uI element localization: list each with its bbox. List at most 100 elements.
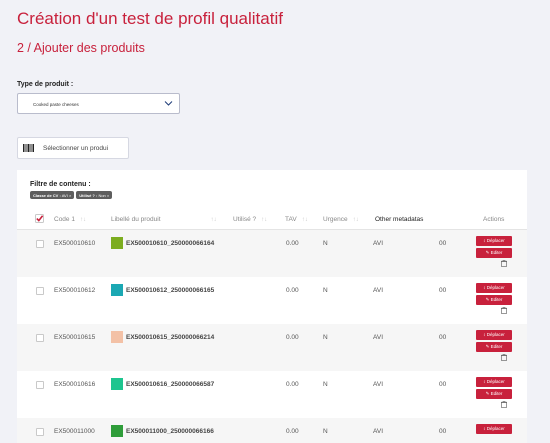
trash-icon[interactable] xyxy=(501,307,507,314)
row-checkbox[interactable] xyxy=(36,428,44,436)
filter-chips: Classe de CV : AVI × Utilisé ? : Non × xyxy=(30,191,113,199)
table-header: Code 1 ↑↓ Libellé du produit ↑↓ Utilisé ? ↑… xyxy=(17,208,527,230)
cell-meta-value: 00 xyxy=(439,240,447,247)
cell-urgency: N xyxy=(323,287,328,294)
edit-button[interactable]: ✎ Editer xyxy=(476,295,512,305)
column-tav-label: TAV xyxy=(285,216,297,223)
row-actions: ↕ Déplacer ✎ Editer xyxy=(476,377,512,408)
cell-meta-value: 00 xyxy=(439,428,447,435)
cell-code: EX500010610 xyxy=(54,240,96,247)
column-tav[interactable]: TAV ↑↓ xyxy=(285,216,308,223)
select-all-checkbox[interactable] xyxy=(35,214,44,223)
column-code[interactable]: Code 1 ↑↓ xyxy=(54,216,86,223)
row-checkbox[interactable] xyxy=(36,334,44,342)
cell-label: EX500010615_250000066214 xyxy=(126,334,215,341)
cell-meta-class: AVI xyxy=(373,334,383,341)
table-body: EX500010610 EX500010610_250000066164 0.0… xyxy=(17,230,527,443)
chevron-down-icon xyxy=(164,101,173,106)
cell-code: EX500010615 xyxy=(54,334,96,341)
filter-title: Filtre de contenu : xyxy=(30,181,91,188)
row-actions: ↕ Déplacer ✎ Editer xyxy=(476,330,512,361)
cell-tav: 0.00 xyxy=(286,428,299,435)
cell-urgency: N xyxy=(323,381,328,388)
cell-label: EX500010612_250000066165 xyxy=(126,287,215,294)
filter-chip-key: Classe de CV : xyxy=(33,192,61,198)
cell-meta-class: AVI xyxy=(373,240,383,247)
row-checkbox[interactable] xyxy=(36,240,44,248)
cell-label: EX500010610_250000066164 xyxy=(126,240,215,247)
cell-label: EX500011000_250000066166 xyxy=(126,428,214,435)
column-label-label: Libellé du produit xyxy=(111,216,161,223)
cell-urgency: N xyxy=(323,334,328,341)
cell-tav: 0.00 xyxy=(286,334,299,341)
column-metadata: Other metadatas xyxy=(375,216,424,223)
cell-meta-value: 00 xyxy=(439,334,447,341)
trash-icon[interactable] xyxy=(501,260,507,267)
cell-code: EX500010612 xyxy=(54,287,96,294)
products-panel: Filtre de contenu : Classe de CV : AVI ×… xyxy=(17,170,527,443)
row-checkbox[interactable] xyxy=(36,381,44,389)
column-actions: Actions xyxy=(483,216,505,223)
cell-tav: 0.00 xyxy=(286,240,299,247)
column-label[interactable]: Libellé du produit ↑↓ xyxy=(111,216,217,223)
trash-icon[interactable] xyxy=(501,354,507,361)
move-button[interactable]: ↕ Déplacer xyxy=(476,377,512,387)
row-actions: ↕ Déplacer ✎ Editer xyxy=(476,236,512,267)
filter-chip-key: Utilisé ? : xyxy=(79,192,98,198)
cell-tav: 0.00 xyxy=(286,381,299,388)
sort-icon: ↑↓ xyxy=(261,217,268,223)
filter-chip-value: AVI × xyxy=(61,192,72,198)
select-product-button[interactable]: Sélectionner un produi xyxy=(17,137,129,159)
row-checkbox[interactable] xyxy=(36,287,44,295)
edit-button[interactable]: ✎ Editer xyxy=(476,342,512,352)
table-row: EX500011000 EX500011000_250000066166 0.0… xyxy=(17,418,527,443)
move-button[interactable]: ↕ Déplacer xyxy=(476,330,512,340)
column-code-label: Code 1 xyxy=(54,216,75,223)
product-type-value: Cooked paste cheeses xyxy=(33,102,79,107)
move-button[interactable]: ↕ Déplacer xyxy=(476,236,512,246)
sort-icon: ↑↓ xyxy=(210,217,217,223)
row-actions: ↕ Déplacer ✎ Editer xyxy=(476,283,512,314)
cell-code: EX500010616 xyxy=(54,381,96,388)
color-swatch xyxy=(111,378,123,390)
color-swatch xyxy=(111,284,123,296)
filter-chip-class[interactable]: Classe de CV : AVI × xyxy=(30,191,75,199)
cell-tav: 0.00 xyxy=(286,287,299,294)
cell-urgency: N xyxy=(323,428,328,435)
color-swatch xyxy=(111,331,123,343)
row-actions: ↕ Déplacer xyxy=(476,424,512,436)
product-type-select[interactable]: Cooked paste cheeses xyxy=(17,93,180,114)
filter-chip-value: Non × xyxy=(98,192,110,198)
edit-button[interactable]: ✎ Editer xyxy=(476,248,512,258)
cell-meta-class: AVI xyxy=(373,428,383,435)
page-title: Création d'un test de profil qualitatif xyxy=(17,9,283,28)
cell-meta-class: AVI xyxy=(373,381,383,388)
filter-chip-used[interactable]: Utilisé ? : Non × xyxy=(76,191,113,199)
table-row: EX500010610 EX500010610_250000066164 0.0… xyxy=(17,230,527,277)
table-row: EX500010615 EX500010615_250000066214 0.0… xyxy=(17,324,527,371)
cell-meta-class: AVI xyxy=(373,287,383,294)
sort-icon: ↑↓ xyxy=(79,217,86,223)
trash-icon[interactable] xyxy=(501,401,507,408)
color-swatch xyxy=(111,237,123,249)
cell-meta-value: 00 xyxy=(439,381,447,388)
table-row: EX500010612 EX500010612_250000066165 0.0… xyxy=(17,277,527,324)
edit-button[interactable]: ✎ Editer xyxy=(476,389,512,399)
move-button[interactable]: ↕ Déplacer xyxy=(476,424,512,434)
product-type-label: Type de produit : xyxy=(17,81,74,88)
sort-icon: ↑↓ xyxy=(301,217,308,223)
page-subtitle: 2 / Ajouter des produits xyxy=(17,41,145,55)
column-used-label: Utilisé ? xyxy=(233,216,257,223)
color-swatch xyxy=(111,425,123,437)
barcode-icon xyxy=(23,144,34,152)
table-row: EX500010616 EX500010616_250000066587 0.0… xyxy=(17,371,527,418)
cell-code: EX500011000 xyxy=(54,428,95,435)
column-urgency[interactable]: Urgence ↑↓ xyxy=(323,216,359,223)
sort-icon: ↑↓ xyxy=(352,217,359,223)
column-used[interactable]: Utilisé ? ↑↓ xyxy=(233,216,267,223)
cell-urgency: N xyxy=(323,240,328,247)
select-product-label: Sélectionner un produi xyxy=(43,145,109,152)
cell-label: EX500010616_250000066587 xyxy=(126,381,215,388)
move-button[interactable]: ↕ Déplacer xyxy=(476,283,512,293)
column-urgency-label: Urgence xyxy=(323,216,348,223)
